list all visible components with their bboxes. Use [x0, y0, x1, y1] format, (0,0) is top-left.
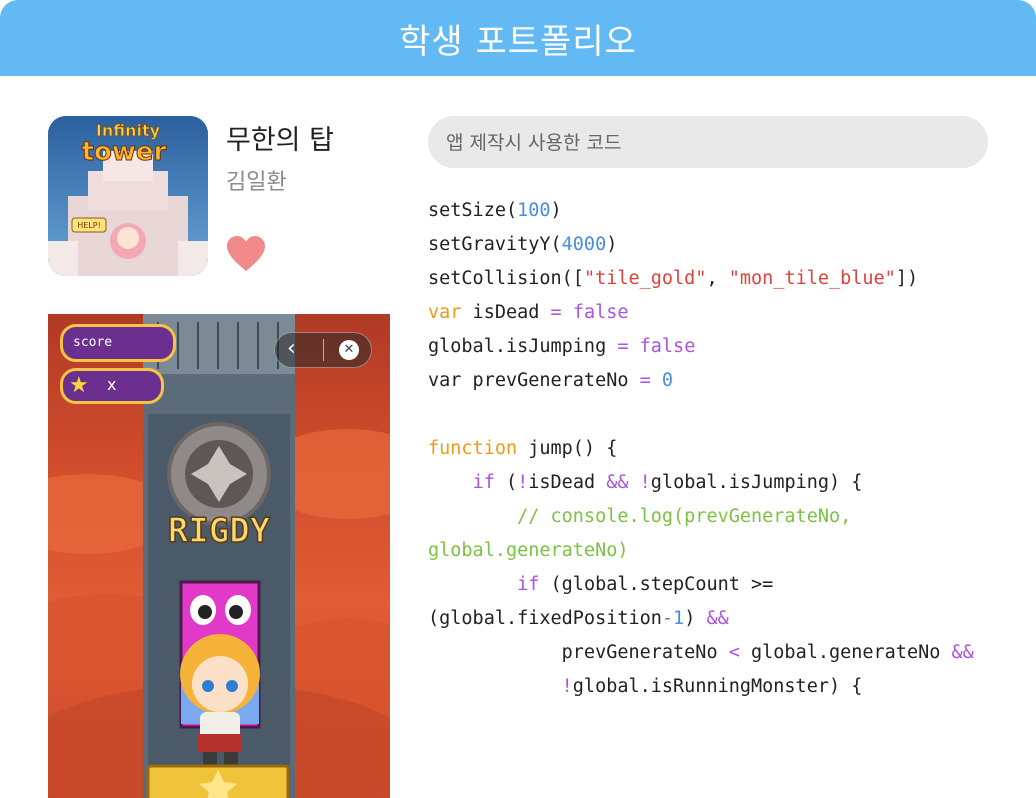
code-token: 0 [661, 370, 674, 391]
code-token: false [639, 336, 696, 357]
code-token: "tile_gold" [583, 268, 707, 289]
code-token: isDead [461, 302, 551, 323]
code-block: setSize(100) setGravityY(4000) setCollisio… [428, 194, 1028, 704]
app-name: 무한의 탑 [226, 125, 334, 156]
code-token: global.generateNo) [428, 540, 629, 561]
code-line: global.generateNo) [428, 534, 1028, 568]
code-token: setSize( [428, 200, 518, 221]
code-token: ) [606, 234, 618, 255]
code-token: function [428, 438, 518, 459]
code-token: ) [550, 200, 562, 221]
code-token: && [706, 608, 729, 629]
code-token: jump() { [517, 438, 618, 459]
code-token: = [639, 370, 651, 391]
code-line: global.isJumping = false [428, 330, 1028, 364]
code-token: global.isRunningMonster) { [572, 676, 863, 697]
code-token: 100 [517, 200, 551, 221]
help-badge: HELP! [77, 221, 101, 230]
header-bar: 학생 포트폴리오 [0, 0, 1036, 76]
star-icon: ★ [69, 373, 89, 398]
code-token: ! [517, 472, 529, 493]
code-token: (global.fixedPosition [428, 608, 662, 629]
code-token: && [951, 642, 974, 663]
code-token: , [706, 268, 729, 289]
star-counter: ★ x [60, 368, 164, 404]
code-token: setGravityY( [428, 234, 562, 255]
code-line: var prevGenerateNo = 0 [428, 364, 1028, 398]
code-token: ! [639, 472, 651, 493]
code-token: // console.log(prevGenerateNo, [428, 506, 852, 527]
game-nav-controls: ‹ ✕ [274, 332, 372, 368]
code-section-label-box: 앱 제작시 사용한 코드 [428, 116, 988, 168]
heart-icon[interactable] [226, 235, 266, 273]
app-icon-art: HELP! Infinity tower [48, 116, 208, 276]
code-token: = [617, 336, 629, 357]
code-line: prevGenerateNo < global.generateNo && [428, 636, 1028, 670]
code-line: if (global.stepCount >= [428, 568, 1028, 602]
code-token: prevGenerateNo [428, 642, 729, 663]
app-author: 김일환 [226, 170, 287, 195]
code-token: ( [494, 472, 518, 493]
code-token: ) [684, 608, 707, 629]
page-title: 학생 포트폴리오 [399, 21, 637, 62]
code-line: !global.isRunningMonster) { [428, 670, 1028, 704]
divider [323, 339, 324, 361]
star-multiplier: x [107, 375, 117, 394]
code-token: ! [561, 676, 573, 697]
code-token: < [728, 642, 740, 663]
ready-text: RIGDY [168, 511, 271, 551]
code-token: if [472, 472, 495, 493]
code-token: isDead [528, 472, 607, 493]
code-token: && [606, 472, 629, 493]
code-token: ]) [895, 268, 919, 289]
code-token: setCollision([ [428, 268, 584, 289]
code-line: // console.log(prevGenerateNo, [428, 500, 1028, 534]
score-label: score [73, 335, 113, 350]
close-button[interactable]: ✕ [339, 340, 359, 360]
code-line: function jump() { [428, 432, 1028, 466]
code-line: if (!isDead && !global.isJumping) { [428, 466, 1028, 500]
code-token: (global.stepCount >= [539, 574, 774, 595]
code-token: global.generateNo [739, 642, 952, 663]
app-icon: HELP! Infinity tower [48, 116, 208, 276]
code-section-label: 앱 제작시 사용한 코드 [446, 132, 622, 154]
code-line: setSize(100) [428, 194, 1028, 228]
code-token: 1 [673, 608, 685, 629]
code-line: (global.fixedPosition-1) && [428, 602, 1028, 636]
back-button[interactable]: ‹ [287, 336, 296, 361]
code-token: - [661, 608, 674, 629]
game-screenshot: RIGDY score ★ x ‹ ✕ [48, 314, 390, 798]
code-token: global.isJumping) { [650, 472, 863, 493]
code-token: var prevGenerateNo [428, 370, 640, 391]
code-token: if [517, 574, 540, 595]
code-token: = [550, 302, 562, 323]
code-line: setCollision(["tile_gold", "mon_tile_blu… [428, 262, 1028, 296]
code-token: var [428, 302, 462, 323]
score-display: score [60, 324, 176, 362]
code-line: setGravityY(4000) [428, 228, 1028, 262]
code-token: false [572, 302, 629, 323]
code-line: var isDead = false [428, 296, 1028, 330]
code-token: "mon_tile_blue" [728, 268, 896, 289]
code-token: 4000 [561, 234, 607, 255]
icon-title-line2: tower [82, 137, 167, 167]
code-token: global.isJumping [428, 336, 618, 357]
